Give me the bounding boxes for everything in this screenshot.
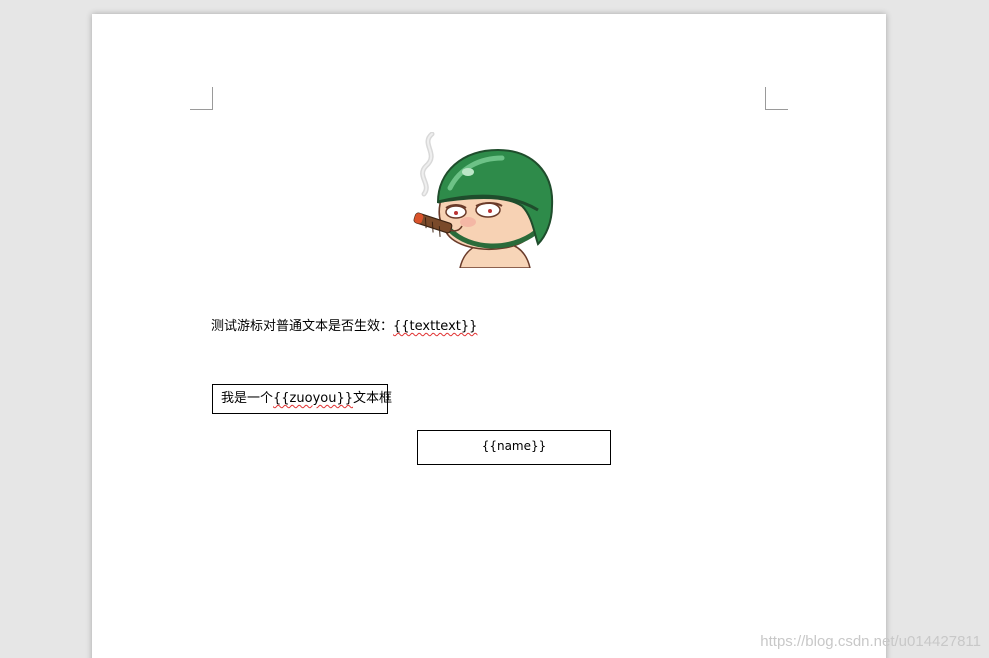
template-placeholder-texttext: {{texttext}} bbox=[393, 319, 478, 334]
template-placeholder-zuoyou: {{zuoyou}} bbox=[273, 391, 354, 406]
body-paragraph[interactable]: 测试游标对普通文本是否生效：{{texttext}} bbox=[211, 318, 477, 336]
text-box-prefix: 我是一个 bbox=[221, 391, 274, 406]
margin-marker-top-left bbox=[190, 87, 213, 110]
margin-marker-top-right bbox=[765, 87, 788, 110]
soldier-cartoon-icon bbox=[413, 131, 554, 269]
body-text: 测试游标对普通文本是否生效： bbox=[211, 319, 394, 334]
text-box-suffix: 文本框 bbox=[353, 391, 393, 406]
text-box-name[interactable]: {{name}} bbox=[417, 430, 611, 465]
word-workspace: 测试游标对普通文本是否生效：{{texttext}} 我是一个{{zuoyou}… bbox=[0, 0, 989, 658]
watermark-text: https://blog.csdn.net/u014427811 bbox=[760, 633, 981, 650]
template-placeholder-name: {{name}} bbox=[481, 439, 547, 453]
text-box-zuoyou[interactable]: 我是一个{{zuoyou}}文本框 bbox=[212, 384, 392, 414]
embedded-image[interactable] bbox=[410, 131, 560, 269]
document-page[interactable]: 测试游标对普通文本是否生效：{{texttext}} 我是一个{{zuoyou}… bbox=[92, 14, 886, 658]
